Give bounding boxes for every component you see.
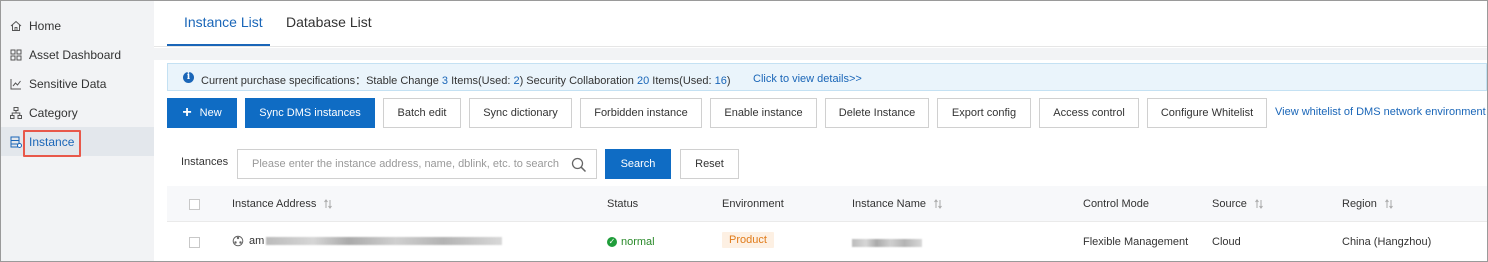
tab-bar: Instance List Database List [154,1,1487,47]
table-row[interactable]: am ✓ normal Product Flexible Management C… [167,223,1487,261]
redacted-address [266,237,503,245]
sort-icon[interactable] [324,199,333,209]
row-checkbox[interactable] [189,237,200,248]
home-icon [9,19,22,32]
plus-icon: + [182,104,192,121]
delete-instance-button[interactable]: Delete Instance [825,98,929,128]
source-cell: Cloud [1212,236,1241,248]
dashboard-icon [9,48,22,61]
table-header: Instance Address Status Environment Inst… [167,186,1487,222]
instance-address-cell: am [232,235,503,247]
tab-database-list[interactable]: Database List [286,14,372,30]
reset-button[interactable]: Reset [680,149,739,179]
column-header-name[interactable]: Instance Name [852,198,942,210]
sync-dictionary-button[interactable]: Sync dictionary [469,98,572,128]
region-cell: China (Hangzhou) [1342,236,1432,248]
search-button[interactable]: Search [605,149,671,179]
chart-icon [9,77,22,90]
column-header-status: Status [607,198,639,210]
tab-instance-list[interactable]: Instance List [184,14,263,30]
sidebar-item-label: Asset Dashboard [29,47,122,62]
environment-cell: Product [722,232,774,248]
control-mode-cell: Flexible Management [1083,236,1189,248]
database-icon [9,135,22,148]
view-whitelist-link[interactable]: View whitelist of DMS network environmen… [1275,106,1486,118]
active-tab-indicator [167,44,270,46]
notice-text: Current purchase specifications：Stable C… [201,75,731,87]
sort-icon[interactable] [934,199,942,209]
access-control-button[interactable]: Access control [1039,98,1139,128]
redacted-instance-name [852,239,922,248]
export-config-button[interactable]: Export config [937,98,1031,128]
main-content: Instance List Database List i Current pu… [154,1,1487,261]
sidebar-item-home[interactable]: Home [1,11,154,40]
batch-edit-button[interactable]: Batch edit [383,98,461,128]
sidebar: Home Asset Dashboard Sensitive Data Cate… [1,1,154,261]
column-header-control-mode: Control Mode [1083,198,1150,210]
search-icon[interactable] [571,157,587,173]
hierarchy-icon [9,106,22,119]
search-field [237,149,597,179]
divider [154,48,1487,60]
purchase-notice: i Current purchase specifications：Stable… [167,63,1487,91]
instance-type-icon [232,235,244,247]
sidebar-item-category[interactable]: Category [1,98,154,127]
column-header-source[interactable]: Source [1212,198,1263,210]
new-button[interactable]: + New [167,98,237,128]
sidebar-item-label: Home [29,18,62,33]
sidebar-item-asset-dashboard[interactable]: Asset Dashboard [1,40,154,69]
info-icon: i [183,72,194,83]
enable-instance-button[interactable]: Enable instance [710,98,817,128]
environment-tag: Product [722,232,774,248]
view-details-link[interactable]: Click to view details>> [753,73,862,85]
sidebar-item-label: Sensitive Data [29,76,107,91]
column-header-region[interactable]: Region [1342,198,1393,210]
column-header-environment: Environment [722,198,784,210]
sidebar-item-label: Category [29,105,78,120]
sort-icon[interactable] [1254,199,1263,209]
instance-address-prefix: am [249,235,265,247]
active-item-highlight [23,130,81,157]
instance-name-cell [852,237,922,249]
check-circle-icon: ✓ [607,237,617,247]
sidebar-item-sensitive-data[interactable]: Sensitive Data [1,69,154,98]
forbidden-instance-button[interactable]: Forbidden instance [580,98,702,128]
search-input[interactable] [252,156,562,172]
sort-icon[interactable] [1384,199,1393,209]
select-all-checkbox[interactable] [189,199,200,210]
configure-whitelist-button[interactable]: Configure Whitelist [1147,98,1267,128]
sync-dms-button[interactable]: Sync DMS instances [245,98,375,128]
security-count: 20 [636,75,650,87]
security-used: 16 [714,75,727,87]
instances-label: Instances [181,156,229,168]
status-cell: ✓ normal [607,236,655,248]
column-header-address[interactable]: Instance Address [232,198,333,210]
